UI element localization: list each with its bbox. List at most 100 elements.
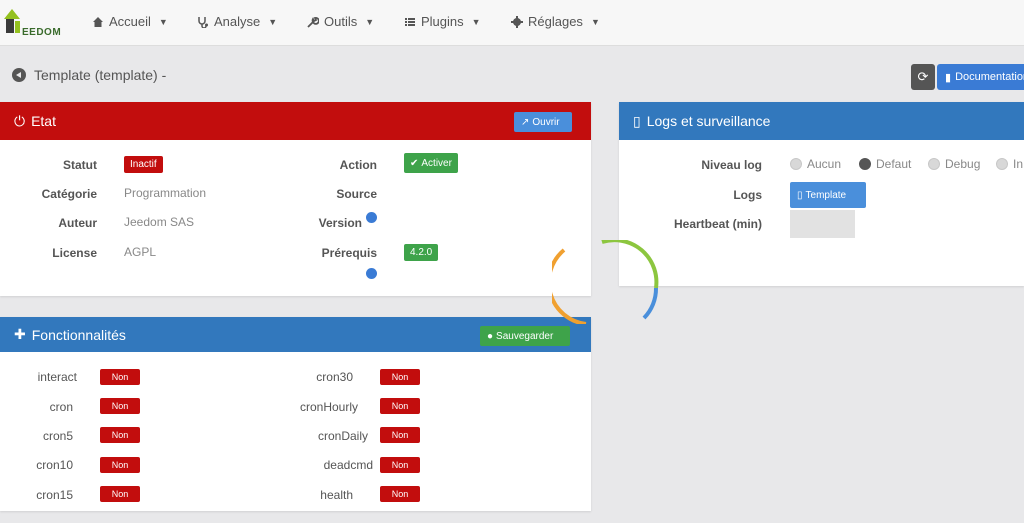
feature-cronhourly-badge: Non xyxy=(380,398,420,414)
version-info-icon[interactable] xyxy=(366,212,377,223)
template-log-button[interactable]: ▯ Template xyxy=(790,182,866,208)
radio-dot xyxy=(790,158,802,170)
radio-defaut[interactable]: Defaut xyxy=(859,157,911,171)
list-icon xyxy=(405,17,415,26)
radio-aucun-label: Aucun xyxy=(807,157,842,171)
feature-cron30-label: cron30 xyxy=(316,370,353,384)
open-button[interactable]: ↗ Ouvrir xyxy=(514,112,572,132)
feature-crondaily-badge: Non xyxy=(380,427,420,443)
auteur-value: Jeedom SAS xyxy=(124,215,195,229)
chevron-down-icon: ▼ xyxy=(268,16,278,27)
radio-defaut-label: Defaut xyxy=(876,157,912,171)
puzzle-icon: ✚ xyxy=(14,326,26,342)
feature-cron5-label: cron5 xyxy=(42,429,73,443)
wrench-icon xyxy=(307,16,319,28)
feature-cron-label: cron xyxy=(49,400,73,414)
features-header: ✚ Fonctionnalités ● Sauvegarder xyxy=(0,317,591,352)
feature-health-badge: Non xyxy=(380,486,420,502)
jeedom-logo[interactable]: EEDOM xyxy=(2,5,72,41)
heartbeat-input[interactable] xyxy=(790,210,855,238)
save-button-label: Sauvegarder xyxy=(496,330,554,342)
categorie-value: Programmation xyxy=(124,186,207,200)
share-icon: ↗ xyxy=(521,116,530,128)
documentation-label: Documentation xyxy=(955,71,1024,83)
refresh-icon: ⟳ xyxy=(917,69,929,84)
chevron-down-icon: ▼ xyxy=(471,16,481,27)
radio-debug[interactable]: Debug xyxy=(928,157,980,171)
page-title-text: Template (template) - xyxy=(34,67,167,83)
page-title: Template (template) - xyxy=(12,67,166,83)
feature-cron5-badge: Non xyxy=(100,427,140,443)
nav-accueil-label: Accueil xyxy=(109,14,151,29)
navbar: EEDOM Accueil ▼ Analyse ▼ Outils ▼ Plugins ▼… xyxy=(0,0,1024,46)
activer-button[interactable]: ✔ Activer xyxy=(404,153,458,173)
feature-cron15-badge: Non xyxy=(100,486,140,502)
documentation-button[interactable]: ▮ Documentation xyxy=(937,64,1024,90)
nav-outils-label: Outils xyxy=(324,14,358,29)
nav-outils[interactable]: Outils ▼ xyxy=(307,14,374,29)
nav-analyse-label: Analyse xyxy=(214,14,261,29)
logs-title: Logs et surveillance xyxy=(646,113,771,129)
feature-interact-label: interact xyxy=(37,370,77,384)
logo-text: EEDOM xyxy=(22,27,62,38)
chevron-down-icon: ▼ xyxy=(365,16,375,27)
save-button[interactable]: ● Sauvegarder xyxy=(480,326,570,346)
back-arrow-icon[interactable] xyxy=(12,68,26,82)
radio-debug-label: Debug xyxy=(945,157,981,171)
nav-analyse[interactable]: Analyse ▼ xyxy=(197,14,277,29)
power-icon: ⏻ xyxy=(14,112,26,129)
book-icon: ▮ xyxy=(945,71,952,84)
action-label: Action xyxy=(339,158,377,172)
etat-title: Etat xyxy=(31,113,56,129)
file-icon: ▯ xyxy=(797,189,803,201)
license-label: License xyxy=(52,246,97,260)
feature-cronhourly-label: cronHourly xyxy=(299,400,358,414)
logs-panel: ▯ Logs et surveillance Niveau log Aucun … xyxy=(619,102,1024,286)
radio-dot xyxy=(928,158,940,170)
etat-panel: ⏻ Etat ↗ Ouvrir Statut Inactif Catégorie … xyxy=(0,102,591,296)
feature-cron30-badge: Non xyxy=(380,369,420,385)
radio-dot-selected xyxy=(859,158,871,170)
refresh-button[interactable]: ⟳ xyxy=(911,64,935,90)
statut-label: Statut xyxy=(63,158,97,172)
feature-cron10-badge: Non xyxy=(100,457,140,473)
loading-spinner-icon xyxy=(552,240,659,324)
nav-reglages[interactable]: Réglages ▼ xyxy=(511,14,600,29)
feature-deadcmd-label: deadcmd xyxy=(323,458,373,472)
prerequis-info-icon[interactable] xyxy=(366,268,377,279)
feature-cron-badge: Non xyxy=(100,398,140,414)
auteur-label: Auteur xyxy=(58,216,97,230)
chevron-down-icon: ▼ xyxy=(590,16,600,27)
version-label: Version xyxy=(318,216,362,230)
radio-info[interactable]: In xyxy=(996,157,1023,171)
nav-plugins-label: Plugins xyxy=(421,14,464,29)
home-icon xyxy=(93,16,103,27)
license-value: AGPL xyxy=(124,245,157,259)
niveau-log-label: Niveau log xyxy=(701,158,762,172)
nav-accueil[interactable]: Accueil ▼ xyxy=(92,14,168,29)
template-log-label: Template xyxy=(805,189,847,201)
feature-deadcmd-badge: Non xyxy=(380,457,420,473)
categorie-label: Catégorie xyxy=(41,187,97,201)
feature-cron10-label: cron10 xyxy=(36,458,73,472)
features-panel: ✚ Fonctionnalités ● Sauvegarder interact … xyxy=(0,317,591,511)
feature-health-label: health xyxy=(320,488,353,502)
open-button-label: Ouvrir xyxy=(532,116,560,128)
check-icon: ✔ xyxy=(410,157,419,169)
logs-label: Logs xyxy=(733,188,762,202)
features-title: Fonctionnalités xyxy=(31,326,126,343)
source-label: Source xyxy=(336,187,377,201)
radio-aucun[interactable]: Aucun xyxy=(790,157,841,171)
prerequis-label: Prérequis xyxy=(321,246,377,260)
nav-plugins[interactable]: Plugins ▼ xyxy=(404,14,481,29)
stethoscope-icon xyxy=(198,16,208,28)
nav-reglages-label: Réglages xyxy=(528,14,583,29)
prerequis-badge: 4.2.0 xyxy=(404,244,439,261)
gear-icon xyxy=(511,15,523,28)
heartbeat-label: Heartbeat (min) xyxy=(673,217,762,231)
house-logo-icon xyxy=(4,9,20,33)
feature-cron15-label: cron15 xyxy=(36,488,73,502)
logs-header: ▯ Logs et surveillance xyxy=(619,102,1024,140)
activer-label: Activer xyxy=(421,157,452,169)
radio-dot xyxy=(996,158,1008,170)
